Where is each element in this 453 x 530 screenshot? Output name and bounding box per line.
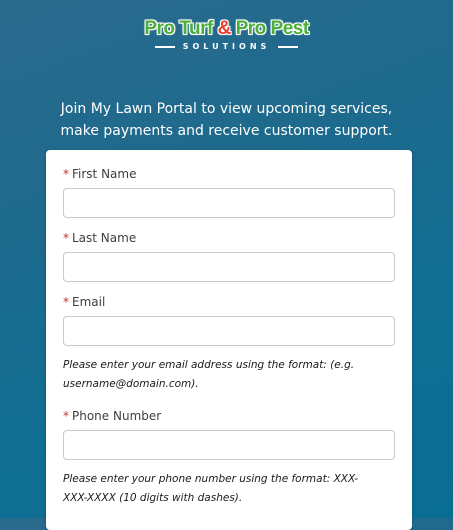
last-name-group: * Last Name	[63, 230, 395, 282]
email-group: * Email	[63, 294, 395, 346]
logo-rule-left	[154, 45, 175, 48]
first-name-label-text: First Name	[72, 167, 137, 181]
last-name-label: * Last Name	[63, 230, 395, 246]
intro-line-2: make payments and receive customer suppo…	[60, 123, 393, 139]
required-marker: *	[63, 231, 69, 245]
email-input[interactable]	[63, 316, 395, 346]
phone-label-text: Phone Number	[72, 409, 162, 423]
phone-help-line-2: XXX-XXXX (10 digits with dashes).	[63, 492, 243, 504]
registration-form-card: * First Name * Last Name * Email Please ent…	[46, 150, 412, 530]
logo-subtitle: SOLUTIONS	[182, 42, 271, 51]
first-name-input[interactable]	[63, 188, 395, 218]
last-name-input[interactable]	[63, 252, 395, 282]
email-label-text: Email	[72, 295, 106, 309]
phone-group: * Phone Number	[63, 408, 395, 460]
first-name-group: * First Name	[63, 166, 395, 218]
required-marker: *	[63, 295, 69, 309]
last-name-label-text: Last Name	[72, 231, 137, 245]
phone-help-text: Please enter your phone number using the…	[63, 470, 395, 508]
intro-text: Join My Lawn Portal to view upcoming ser…	[0, 98, 453, 142]
logo-rule-right	[278, 45, 299, 48]
email-help-text: Please enter your email address using th…	[63, 356, 395, 394]
email-label: * Email	[63, 294, 395, 310]
required-marker: *	[63, 409, 69, 423]
logo-text-turf: Pro Turf	[144, 18, 218, 39]
phone-label: * Phone Number	[63, 408, 395, 424]
logo-ampersand: &	[217, 18, 232, 39]
logo-wordmark: Pro Turf & Pro Pest	[0, 18, 453, 40]
logo-text-pest: Pro Pest	[230, 18, 310, 39]
logo-subtitle-row: SOLUTIONS	[0, 42, 453, 51]
email-help-line-1: Please enter your email address using th…	[63, 359, 355, 371]
brand-logo: Pro Turf & Pro Pest SOLUTIONS	[0, 18, 453, 51]
required-marker: *	[63, 167, 69, 181]
phone-input[interactable]	[63, 430, 395, 460]
intro-line-1: Join My Lawn Portal to view upcoming ser…	[60, 101, 393, 117]
email-help-line-2: username@domain.com).	[63, 378, 199, 390]
first-name-label: * First Name	[63, 166, 395, 182]
phone-help-line-1: Please enter your phone number using the…	[63, 473, 358, 485]
